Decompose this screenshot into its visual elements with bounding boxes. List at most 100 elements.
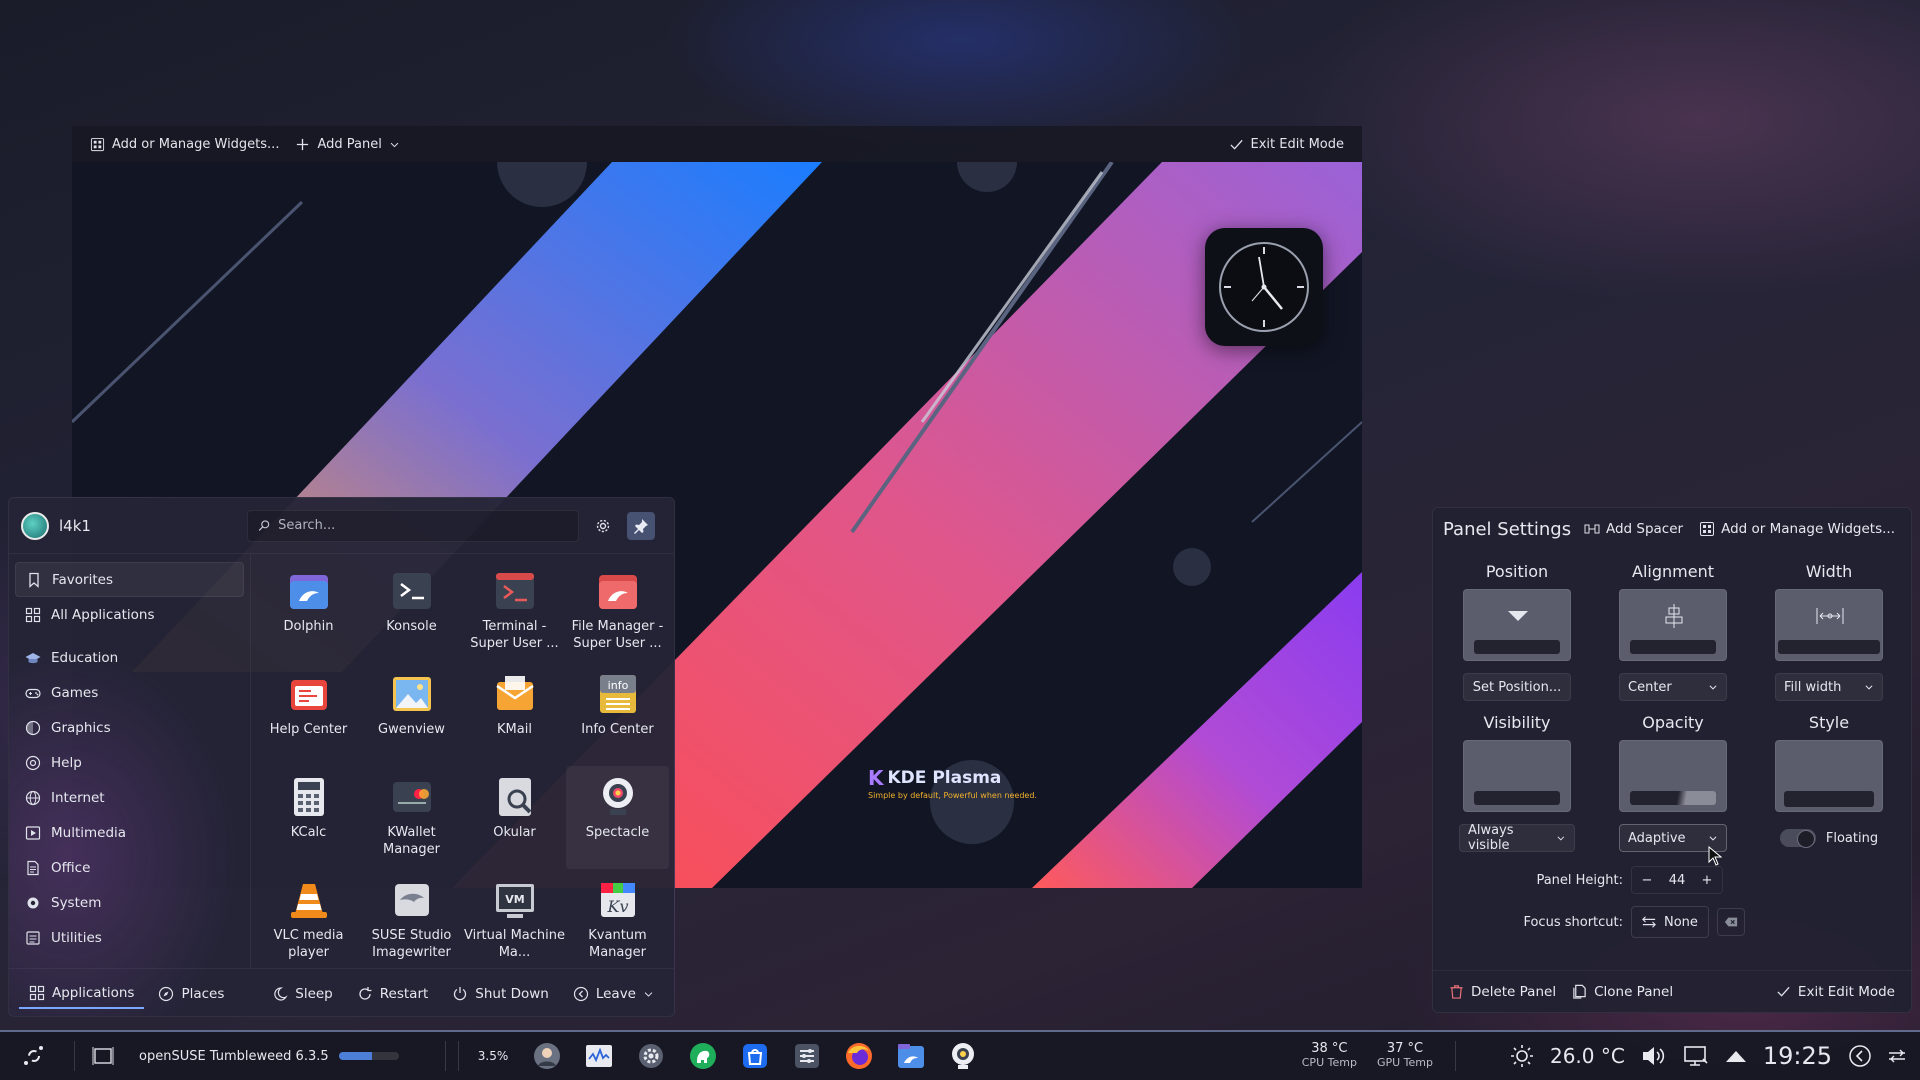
app-kvantum-manager[interactable]: Kv Kvantum Manager [566,869,669,972]
set-position-button[interactable]: Set Position... [1463,673,1571,701]
width-preview[interactable] [1775,589,1883,661]
app-terminal-super-user[interactable]: Terminal - Super User ... [463,560,566,663]
taskbar-app-system-monitor[interactable] [573,1034,625,1078]
exit-edit-mode-button[interactable]: Exit Edit Mode [1768,980,1903,1004]
app-kcalc[interactable]: KCalc [257,766,360,869]
floating-label: Floating [1825,830,1879,846]
app-suse-studio-imagewriter[interactable]: SUSE Studio Imagewriter [360,869,463,972]
leave-button[interactable]: Leave [563,980,664,1008]
clone-panel-button[interactable]: Clone Panel [1564,980,1681,1004]
taskbar-app-dolphin[interactable] [885,1034,937,1078]
floating-toggle[interactable] [1779,829,1816,848]
tab-places[interactable]: Places [148,980,234,1008]
app-help-center[interactable]: Help Center [257,663,360,766]
app-launcher-button[interactable] [0,1032,68,1080]
sun-icon[interactable] [1510,1044,1534,1068]
taskbar-app-settings[interactable] [625,1034,677,1078]
shutdown-button[interactable]: Shut Down [442,980,559,1008]
floating-toggle-row: Floating [1779,824,1879,852]
clone-panel-label: Clone Panel [1594,983,1674,1000]
sleep-button[interactable]: Sleep [262,980,343,1008]
trash-icon [1450,985,1463,999]
app-dolphin[interactable]: Dolphin [257,560,360,663]
pin-button[interactable] [627,511,655,540]
add-widgets-button[interactable]: Add or Manage Widgets... [1691,517,1903,541]
decrement-button[interactable]: − [1632,873,1662,888]
app-info-center[interactable]: info Info Center [566,663,669,766]
category-games[interactable]: Games [15,675,244,710]
digital-clock[interactable]: 19:25 [1763,1042,1832,1070]
app-kwallet-manager[interactable]: KWallet Manager [360,766,463,869]
taskbar-app-spectacle[interactable] [937,1034,989,1078]
visibility-select[interactable]: Always visible [1459,823,1575,853]
gpu-temp-widget[interactable]: 37 °C GPU Temp [1377,1042,1433,1070]
alignment-select[interactable]: Center [1619,673,1727,701]
app-kmail[interactable]: KMail [463,663,566,766]
cpu-temp-widget[interactable]: 38 °C CPU Temp [1302,1042,1357,1070]
app-okular[interactable]: Okular [463,766,566,869]
taskbar-app-system-settings[interactable] [781,1034,833,1078]
app-vlc[interactable]: VLC media player [257,869,360,972]
add-spacer-button[interactable]: Add Spacer [1576,517,1691,541]
category-label: Graphics [51,719,111,736]
configure-button[interactable] [589,512,617,540]
active-task-title[interactable]: openSUSE Tumbleweed 6.3.5 [139,1049,339,1064]
search-input[interactable] [278,518,568,533]
app-spectacle[interactable]: Spectacle [566,766,669,869]
position-preview[interactable] [1463,589,1571,661]
panel-height-stepper[interactable]: − 44 + [1631,866,1723,894]
category-education[interactable]: Education [15,640,244,675]
alignment-preview[interactable] [1619,589,1727,661]
increment-button[interactable]: + [1692,873,1722,888]
taskbar-app-discover[interactable] [729,1034,781,1078]
analog-clock-widget[interactable] [1205,228,1323,346]
focus-shortcut-button[interactable]: None [1631,906,1709,938]
category-label: Utilities [51,929,102,946]
restart-button[interactable]: Restart [347,980,439,1008]
exit-edit-mode-button[interactable]: Exit Edit Mode [1221,132,1352,157]
app-file-manager-super-user[interactable]: File Manager - Super User ... [566,560,669,663]
network-icon[interactable] [1683,1044,1709,1068]
width-select[interactable]: Fill width [1775,673,1883,701]
spectacle-icon [595,774,641,820]
cpu-usage-widget[interactable]: 3.5% [465,1049,521,1063]
focus-shortcut-row: Focus shortcut: None [1433,906,1911,938]
category-help[interactable]: Help [15,745,244,780]
peek-desktop-icon[interactable] [1848,1044,1872,1068]
app-gwenview[interactable]: Gwenview [360,663,463,766]
delete-panel-button[interactable]: Delete Panel [1441,980,1564,1004]
weather-temperature[interactable]: 26.0 °C [1550,1044,1625,1068]
category-system[interactable]: System [15,885,244,920]
category-multimedia[interactable]: Multimedia [15,815,244,850]
taskbar-app-firefox[interactable] [833,1034,885,1078]
add-widgets-button[interactable]: Add or Manage Widgets... [82,132,287,157]
category-all-applications[interactable]: All Applications [15,597,244,632]
panel-config-icon[interactable] [1888,1047,1906,1065]
pager-button[interactable] [81,1032,125,1080]
category-graphics[interactable]: Graphics [15,710,244,745]
add-panel-button[interactable]: Add Panel [287,132,407,157]
alignment-setting: Alignment Center [1595,550,1751,701]
clear-shortcut-button[interactable] [1716,908,1745,936]
cpu-temp-value: 38 °C [1311,1041,1348,1056]
taskbar-app-evernote[interactable] [677,1034,729,1078]
avatar[interactable] [21,511,49,540]
opacity-preview[interactable] [1619,740,1727,812]
visibility-preview[interactable] [1463,740,1571,812]
panel-height-value[interactable]: 44 [1662,873,1692,888]
search-box[interactable] [247,509,579,542]
help-center-icon [286,671,332,717]
app-label: Dolphin [283,619,334,634]
category-favorites[interactable]: Favorites [15,562,244,597]
category-office[interactable]: Office [15,850,244,885]
category-utilities[interactable]: Utilities [15,920,244,955]
style-preview[interactable] [1775,740,1883,812]
app-konsole[interactable]: Konsole [360,560,463,663]
app-virtual-machine-manager[interactable]: VM Virtual Machine Ma... [463,869,566,972]
taskbar-app-avatar[interactable] [521,1034,573,1078]
help-icon [25,755,41,770]
volume-icon[interactable] [1641,1044,1667,1068]
tray-expand-icon[interactable] [1725,1049,1747,1063]
tab-applications[interactable]: Applications [19,979,145,1009]
category-internet[interactable]: Internet [15,780,244,815]
